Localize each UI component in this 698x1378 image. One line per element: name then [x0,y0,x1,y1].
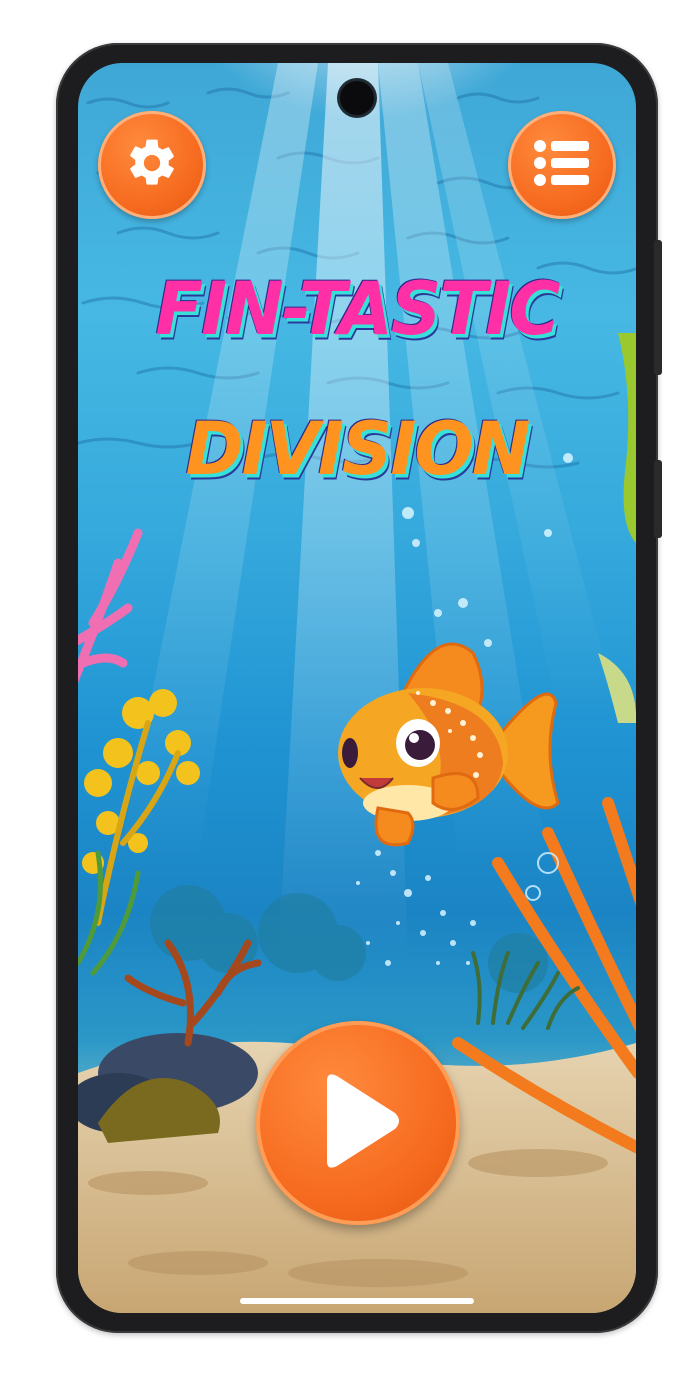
phone-volume-button [654,460,662,538]
list-menu-icon [533,138,591,192]
game-title-line-2: Division [185,405,531,493]
front-camera [340,81,374,115]
play-icon [313,1071,403,1175]
settings-button[interactable] [98,111,206,219]
settings-icon [124,135,180,195]
game-title-line-1: Fin-tastic [155,265,560,353]
play-button[interactable] [256,1021,460,1225]
menu-button[interactable] [508,111,616,219]
phone-power-button [654,240,662,375]
home-indicator[interactable] [240,1298,474,1304]
game-screen: Fin-tastic Division [78,63,636,1313]
